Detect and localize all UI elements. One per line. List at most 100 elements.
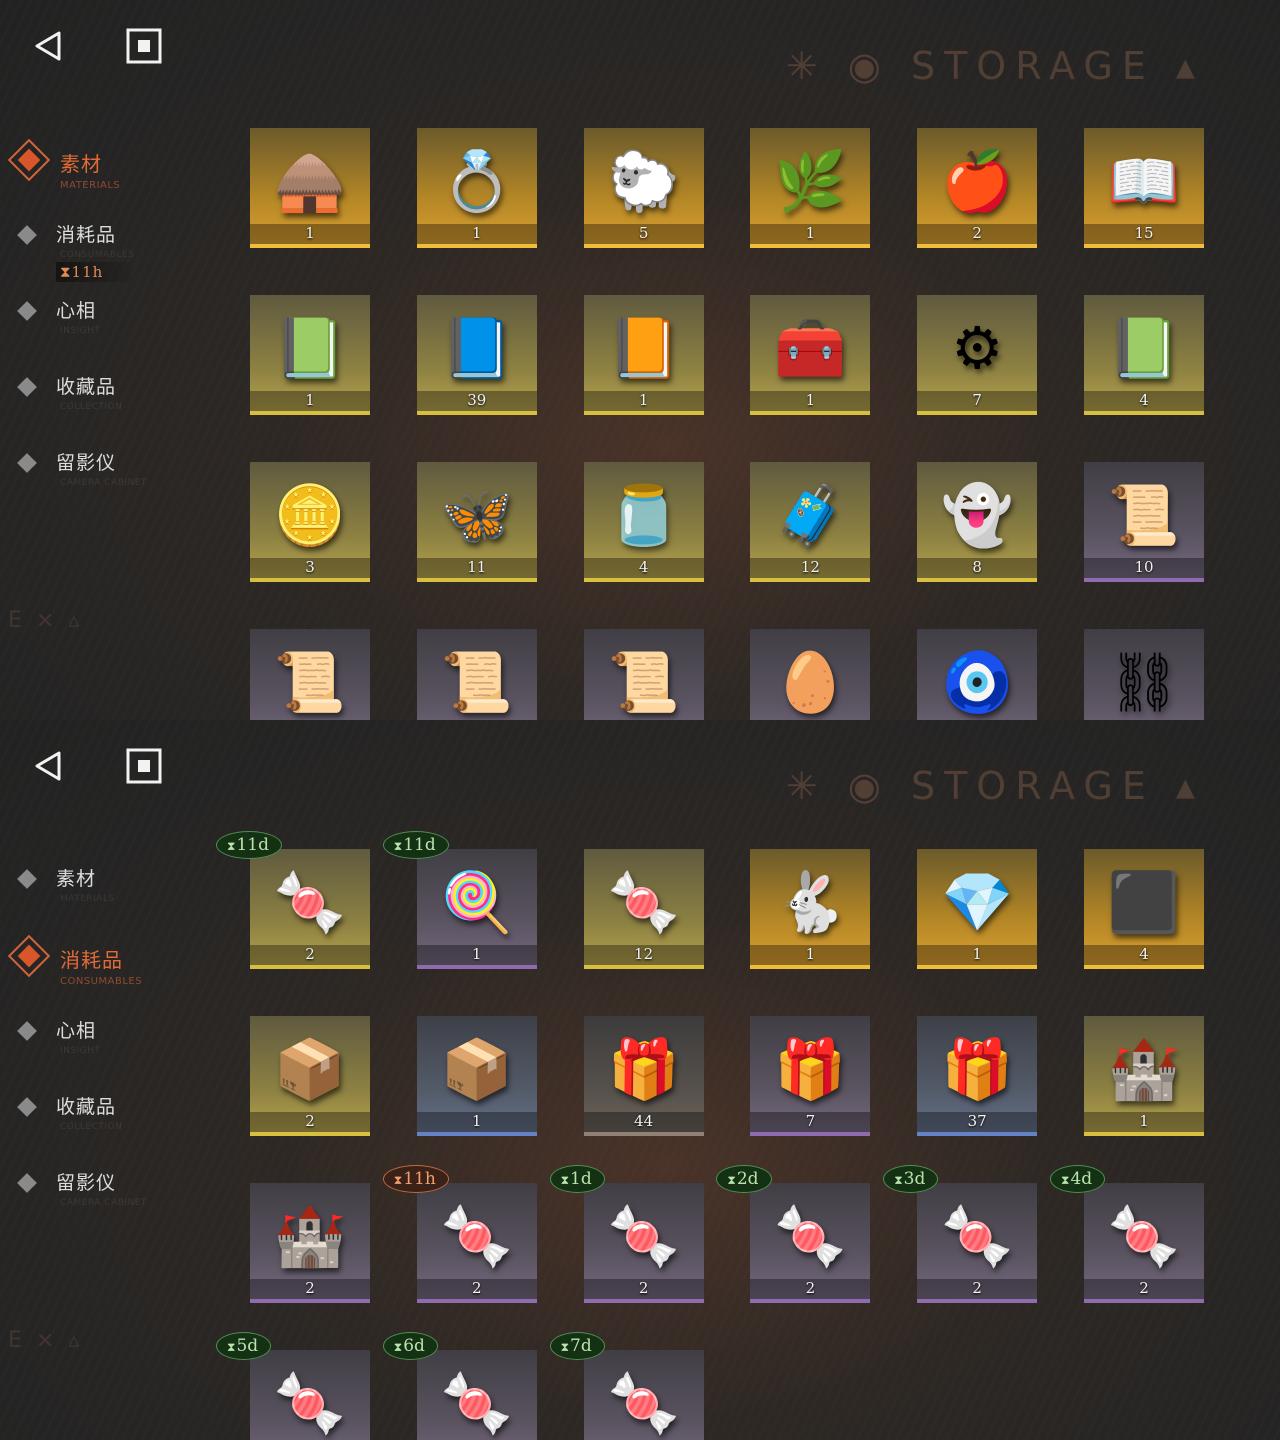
item-slot-lollipops[interactable]: 🍭 1 ⧗11d: [382, 831, 537, 969]
item-slot-candy-jar[interactable]: 🍬 2 ⧗11d: [216, 831, 370, 969]
item-slot-golden-bracelet[interactable]: 💍 1: [416, 128, 537, 248]
candies-icon: 🍬: [607, 1201, 680, 1270]
candies-icon: 🍬: [774, 1201, 847, 1270]
item-slot-candies[interactable]: 🍬 2 ⧗3d: [883, 1165, 1038, 1303]
sidebar-item-label: 收藏品: [56, 376, 117, 398]
candy-jar-icon: 🍬: [607, 867, 680, 936]
item-slot-hand-box[interactable]: 🧳 12: [750, 462, 871, 582]
rabbit-box-icon: 🐇: [774, 867, 847, 936]
home-icon[interactable]: [122, 744, 166, 788]
item-slot-green-seal-book[interactable]: 📗 1: [250, 295, 370, 415]
item-count: 2: [305, 1112, 315, 1130]
item-slot-glowing-moth[interactable]: 🦋 11: [416, 462, 537, 582]
diamond-icon: [17, 301, 37, 321]
hourglass-icon: ⧗: [60, 263, 72, 281]
item-slot-blue-seal-book[interactable]: 📘 39: [416, 295, 537, 415]
item-slot-rabbit-box[interactable]: 🐇 1: [750, 849, 871, 969]
item-slot-candies[interactable]: 🍬 ⧗5d: [216, 1332, 370, 1440]
sidebar-item-label: 素材: [56, 868, 97, 890]
item-slot-candies[interactable]: 🍬 2 ⧗4d: [1050, 1165, 1204, 1303]
item-slot-crystal[interactable]: 💎 1: [917, 849, 1038, 969]
overgrown-chest-icon: 🧰: [774, 313, 847, 382]
wooden-crate-icon: 📦: [440, 1034, 513, 1103]
item-slot-laurel-wreath[interactable]: 🌿 1: [750, 128, 871, 248]
expiry-timer-text: 4d: [1070, 1169, 1093, 1189]
item-slot-heart-egg[interactable]: 🥚: [750, 629, 871, 720]
item-slot-blue-seal-scroll[interactable]: 📜: [416, 629, 537, 720]
item-slot-overgrown-chest[interactable]: 🧰 1: [750, 295, 871, 415]
item-slot-parcel[interactable]: 🎁 44: [583, 1016, 704, 1136]
expiry-timer-badge: ⧗5d: [216, 1332, 272, 1360]
sidebar-item-collection[interactable]: 收藏品 COLLECTION: [0, 356, 200, 432]
item-slot-sand-castle[interactable]: 🏰 2: [250, 1183, 370, 1303]
category-sidebar: 素材 MATERIALS 消耗品 CONSUMABLES 心相 INSIGHT 收藏品 COL…: [0, 848, 200, 1228]
item-slot-chicken-leg-hut[interactable]: 🛖 1: [250, 128, 370, 248]
item-slot-candies[interactable]: 🍬 ⧗7d: [549, 1332, 704, 1440]
sand-castle-icon: 🏰: [1107, 1034, 1181, 1103]
expiry-timer-text: 6d: [403, 1336, 425, 1356]
rarity-line: [416, 965, 537, 969]
item-slot-candies[interactable]: 🍬 2 ⧗2d: [716, 1165, 871, 1303]
parcel-icon: 🎁: [607, 1034, 680, 1103]
item-slot-astrolabe[interactable]: ⚙ 7: [917, 295, 1038, 415]
sidebar-item-consumables[interactable]: 消耗品 CONSUMABLES ⧗11h: [0, 204, 200, 282]
item-slot-gold-seal-book[interactable]: 📙 1: [583, 295, 704, 415]
item-slot-chain-trinket[interactable]: ⛓: [1084, 629, 1204, 720]
item-count: 2: [305, 1279, 315, 1297]
sidebar-item-materials[interactable]: 素材 MATERIALS: [0, 128, 200, 204]
sidebar-item-insight[interactable]: 心相 INSIGHT: [0, 1000, 200, 1076]
item-slot-candies[interactable]: 🍬 ⧗6d: [382, 1332, 537, 1440]
pendant-icon: 🧿: [941, 647, 1014, 716]
item-slot-candy-jar[interactable]: 🍬 12: [583, 849, 704, 969]
item-count: 1: [972, 945, 982, 963]
diamond-icon: [17, 869, 37, 889]
item-slot-wooden-crate[interactable]: 📦 2: [250, 1016, 370, 1136]
item-slot-gold-seal-scroll[interactable]: 📜: [583, 629, 704, 720]
back-icon[interactable]: [26, 24, 70, 68]
item-count: 1: [472, 1112, 482, 1130]
decoration-glyphs: E×▵: [8, 1328, 94, 1353]
item-slot-parcel[interactable]: 🎁 7: [750, 1016, 871, 1136]
sidebar-item-materials[interactable]: 素材 MATERIALS: [0, 848, 200, 924]
item-slot-puzzle-sphere[interactable]: 🪙 3: [250, 462, 370, 582]
item-count: 4: [1139, 945, 1149, 963]
item-slot-rune-box[interactable]: ⬛ 4: [1084, 849, 1204, 969]
back-icon[interactable]: [26, 744, 70, 788]
item-count: 1: [805, 224, 816, 242]
blue-seal-scroll-icon: 📜: [440, 647, 513, 716]
item-slot-candies[interactable]: 🍬 2 ⧗1d: [549, 1165, 704, 1303]
candies-icon: 🍬: [440, 1201, 513, 1270]
sidebar-item-sublabel: INSIGHT: [60, 326, 101, 336]
item-slot-ghost[interactable]: 👻 8: [917, 462, 1038, 582]
storage-panel: ✳ ◉ STORAGE ▴ E×▵ 素材 MATERIALS 消耗品 CONSUMAB…: [0, 0, 1280, 720]
item-slot-candies[interactable]: 🍬 2 ⧗11h: [382, 1165, 537, 1303]
glowing-moth-icon: 🦋: [440, 480, 513, 549]
item-slot-green-seal-scroll[interactable]: 📜: [250, 629, 370, 720]
rarity-line: [250, 411, 370, 415]
item-slot-pendant[interactable]: 🧿: [917, 629, 1038, 720]
sidebar-item-camera-cabinet[interactable]: 留影仪 CAMERA CABINET: [0, 432, 200, 508]
item-slot-sand-castle[interactable]: 🏰 1: [1084, 1016, 1204, 1136]
item-slot-apple-serpent[interactable]: 🍎 2: [917, 128, 1038, 248]
sidebar-item-camera-cabinet[interactable]: 留影仪 CAMERA CABINET: [0, 1152, 200, 1228]
item-slot-golden-sheep[interactable]: 🐑 5: [583, 128, 704, 248]
hourglass-icon: ⧗: [227, 839, 236, 853]
hourglass-icon: ⧗: [560, 1340, 570, 1354]
item-slot-green-tablet[interactable]: 📗 4: [1084, 295, 1204, 415]
wooden-crate-icon: 📦: [273, 1034, 347, 1103]
rarity-line: [1084, 965, 1204, 969]
item-slot-red-seal-book[interactable]: 📖 15: [1084, 128, 1204, 248]
item-slot-parcel[interactable]: 🎁 37: [917, 1016, 1038, 1136]
item-count: 1: [1139, 1112, 1149, 1130]
item-slot-bell-jar[interactable]: 🫙 4: [583, 462, 704, 582]
sidebar-item-label: 消耗品: [60, 948, 123, 972]
home-icon[interactable]: [122, 24, 166, 68]
item-slot-wooden-crate[interactable]: 📦 1: [416, 1016, 537, 1136]
item-count: 1: [805, 945, 816, 963]
sidebar-item-insight[interactable]: 心相 INSIGHT: [0, 280, 200, 356]
expiry-timer-badge: ⧗11h: [382, 1165, 449, 1193]
sidebar-item-collection[interactable]: 收藏品 COLLECTION: [0, 1076, 200, 1152]
sidebar-item-consumables[interactable]: 消耗品 CONSUMABLES: [0, 924, 200, 1000]
item-slot-red-seal-scroll[interactable]: 📜 10: [1084, 462, 1204, 582]
sidebar-item-label: 收藏品: [56, 1096, 117, 1118]
